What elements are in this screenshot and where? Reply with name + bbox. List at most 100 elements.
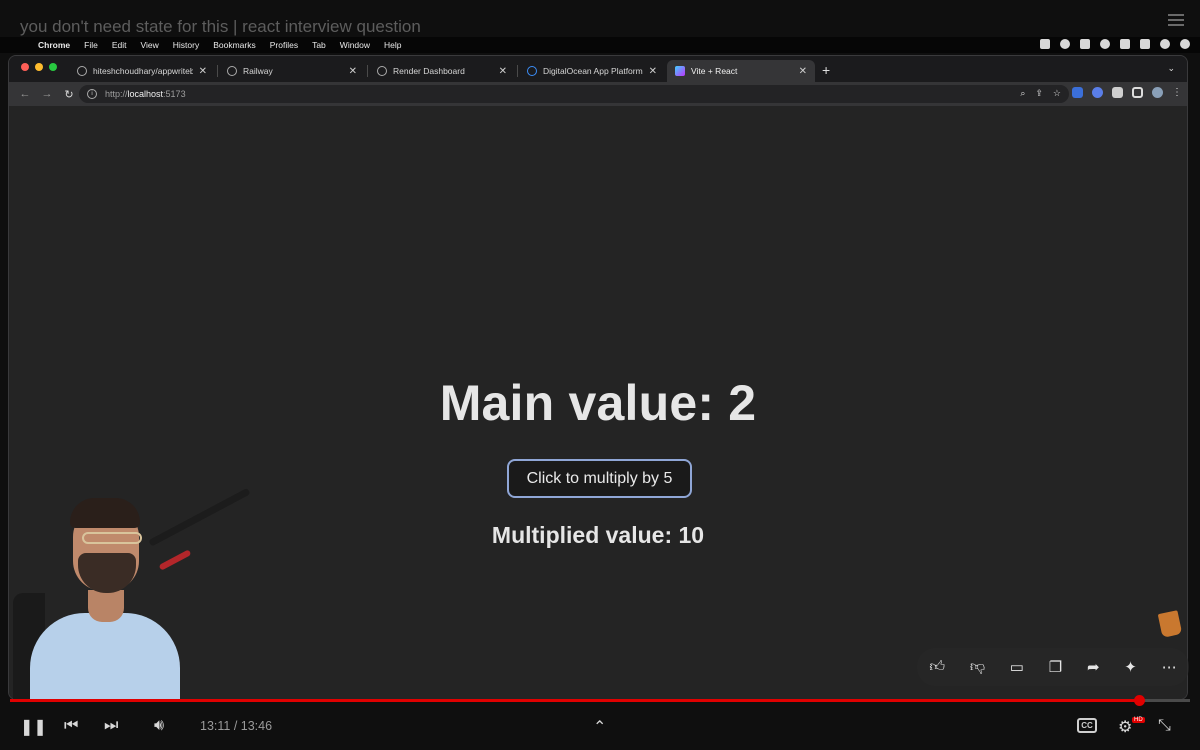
previous-icon[interactable]: ⏮︎ [64, 717, 78, 735]
browser-toolbar: ← → ↻ i http://localhost:5173 ⌕ ⇪ ☆ ⋮ [9, 82, 1187, 106]
close-icon[interactable]: ✕ [649, 66, 657, 77]
avatar[interactable] [1152, 87, 1163, 98]
close-icon[interactable]: ✕ [199, 66, 207, 77]
tab-label: Render Dashboard [393, 66, 465, 76]
reload-icon[interactable]: ↻ [63, 88, 75, 101]
menu-history[interactable]: History [173, 40, 199, 50]
puzzle-icon[interactable] [1112, 87, 1123, 98]
tab-divider [217, 65, 218, 77]
comments-icon[interactable]: ▭ [1010, 658, 1024, 676]
status-grid-icon[interactable] [1080, 39, 1090, 49]
tab-github[interactable]: hiteshchoudhary/appwriteblog ✕ [69, 60, 215, 82]
menu-profiles[interactable]: Profiles [270, 40, 298, 50]
time-total: 13:46 [240, 719, 273, 733]
status-icons [1040, 39, 1190, 49]
pause-icon[interactable]: ❚❚ [20, 717, 47, 737]
extension-icon[interactable] [1072, 87, 1083, 98]
tab-label: DigitalOcean App Platform [543, 66, 643, 76]
tab-label: hiteshchoudhary/appwriteblog [93, 66, 193, 76]
battery-icon[interactable] [1140, 39, 1150, 49]
status-record-icon[interactable] [1060, 39, 1070, 49]
zoom-icon[interactable]: ⌕ [1020, 88, 1025, 99]
vite-icon [675, 66, 685, 76]
url-host: localhost [127, 89, 164, 99]
close-icon[interactable]: ✕ [799, 66, 807, 77]
zoom-window-icon[interactable] [49, 63, 57, 71]
bookmark-star-icon[interactable]: ☆ [1053, 88, 1061, 99]
wifi-icon[interactable] [1120, 39, 1130, 49]
sidepanel-icon[interactable] [1132, 87, 1143, 98]
time-display: 13:11 / 13:46 [200, 719, 272, 733]
tab-render[interactable]: Render Dashboard ✕ [369, 60, 515, 82]
exit-fullscreen-icon[interactable]: ⤡ [1158, 717, 1171, 735]
tab-strip: hiteshchoudhary/appwriteblog ✕ Railway ✕… [9, 56, 1187, 82]
main-value-heading: Main value: 2 [439, 375, 757, 431]
status-app-icon[interactable] [1040, 39, 1050, 49]
address-bar[interactable]: i http://localhost:5173 ⌕ ⇪ ☆ [79, 85, 1069, 103]
close-icon[interactable]: ✕ [349, 66, 357, 77]
presenter-beard [78, 553, 136, 593]
menu-bookmarks[interactable]: Bookmarks [213, 40, 256, 50]
control-center-icon[interactable] [1160, 39, 1170, 49]
video-actions-rail: 👍︎ 👎︎ ▭ ❐ ➦ ✦ ⋯ [917, 648, 1189, 686]
playlist-queue-icon[interactable] [1168, 14, 1184, 28]
volume-icon[interactable]: 🔊︎ [154, 717, 164, 735]
captions-button[interactable]: CC [1077, 718, 1097, 733]
chevron-up-icon[interactable]: ⌃ [593, 717, 606, 737]
menu-app-name[interactable]: Chrome [38, 40, 70, 50]
ask-icon[interactable]: ✦ [1124, 658, 1137, 676]
tab-divider [367, 65, 368, 77]
time-current: 13:11 [200, 719, 231, 733]
site-info-icon[interactable]: i [87, 89, 97, 99]
close-icon[interactable]: ✕ [499, 66, 507, 77]
menu-file[interactable]: File [84, 40, 98, 50]
next-icon[interactable]: ⏭︎ [104, 717, 118, 735]
progress-fill [10, 699, 1140, 702]
extensions-area: ⋮ [1072, 87, 1182, 98]
presenter-shirt [30, 613, 180, 700]
extension-icon[interactable] [1092, 87, 1103, 98]
presenter-glasses [82, 532, 142, 544]
status-m-icon[interactable] [1100, 39, 1110, 49]
back-icon[interactable]: ← [19, 88, 31, 100]
omnibox-actions: ⌕ ⇪ ☆ [1020, 88, 1061, 99]
player-controls: ❚❚ ⏮︎ ⏭︎ 🔊︎ 13:11 / 13:46 ⌃ CC ⚙ HD ⤡ [0, 705, 1200, 750]
github-icon [77, 66, 87, 76]
video-progress-bar[interactable] [10, 695, 1190, 706]
menu-help[interactable]: Help [384, 40, 401, 50]
tab-vite-react[interactable]: Vite + React ✕ [667, 60, 815, 82]
macos-menubar: Chrome File Edit View History Bookmarks … [0, 37, 1200, 53]
tab-railway[interactable]: Railway ✕ [219, 60, 365, 82]
share-icon[interactable]: ⇪ [1035, 88, 1043, 99]
forward-icon[interactable]: → [41, 88, 53, 100]
video-title[interactable]: you don't need state for this | react in… [20, 17, 421, 37]
dislike-icon[interactable]: 👎︎ [970, 658, 985, 676]
presenter-hair [70, 498, 140, 528]
menu-edit[interactable]: Edit [112, 40, 127, 50]
share-icon[interactable]: ➦ [1087, 658, 1100, 676]
tab-label: Railway [243, 66, 273, 76]
url-port: :5173 [163, 89, 186, 99]
tab-digitalocean[interactable]: DigitalOcean App Platform ✕ [519, 60, 665, 82]
render-icon [377, 66, 387, 76]
close-window-icon[interactable] [21, 63, 29, 71]
siri-icon[interactable] [1180, 39, 1190, 49]
like-icon[interactable]: 👍︎ [929, 658, 945, 676]
tab-search-icon[interactable]: ⌄ [1167, 63, 1175, 74]
multiply-button[interactable]: Click to multiply by 5 [507, 459, 692, 498]
menu-tab[interactable]: Tab [312, 40, 326, 50]
railway-icon [227, 66, 237, 76]
presenter-webcam [10, 487, 260, 700]
settings-gear-icon[interactable]: ⚙ [1118, 717, 1132, 737]
minimize-window-icon[interactable] [35, 63, 43, 71]
new-tab-icon[interactable]: + [822, 62, 830, 78]
mic-arm [148, 487, 251, 547]
tab-label: Vite + React [691, 66, 738, 76]
url-scheme: http:// [105, 89, 128, 99]
menu-view[interactable]: View [140, 40, 158, 50]
menu-window[interactable]: Window [340, 40, 370, 50]
kebab-menu-icon[interactable]: ⋮ [1172, 87, 1182, 98]
chat-icon[interactable]: ❐ [1049, 658, 1062, 676]
more-icon[interactable]: ⋯ [1162, 658, 1177, 676]
mic-arm-accent [158, 549, 192, 571]
